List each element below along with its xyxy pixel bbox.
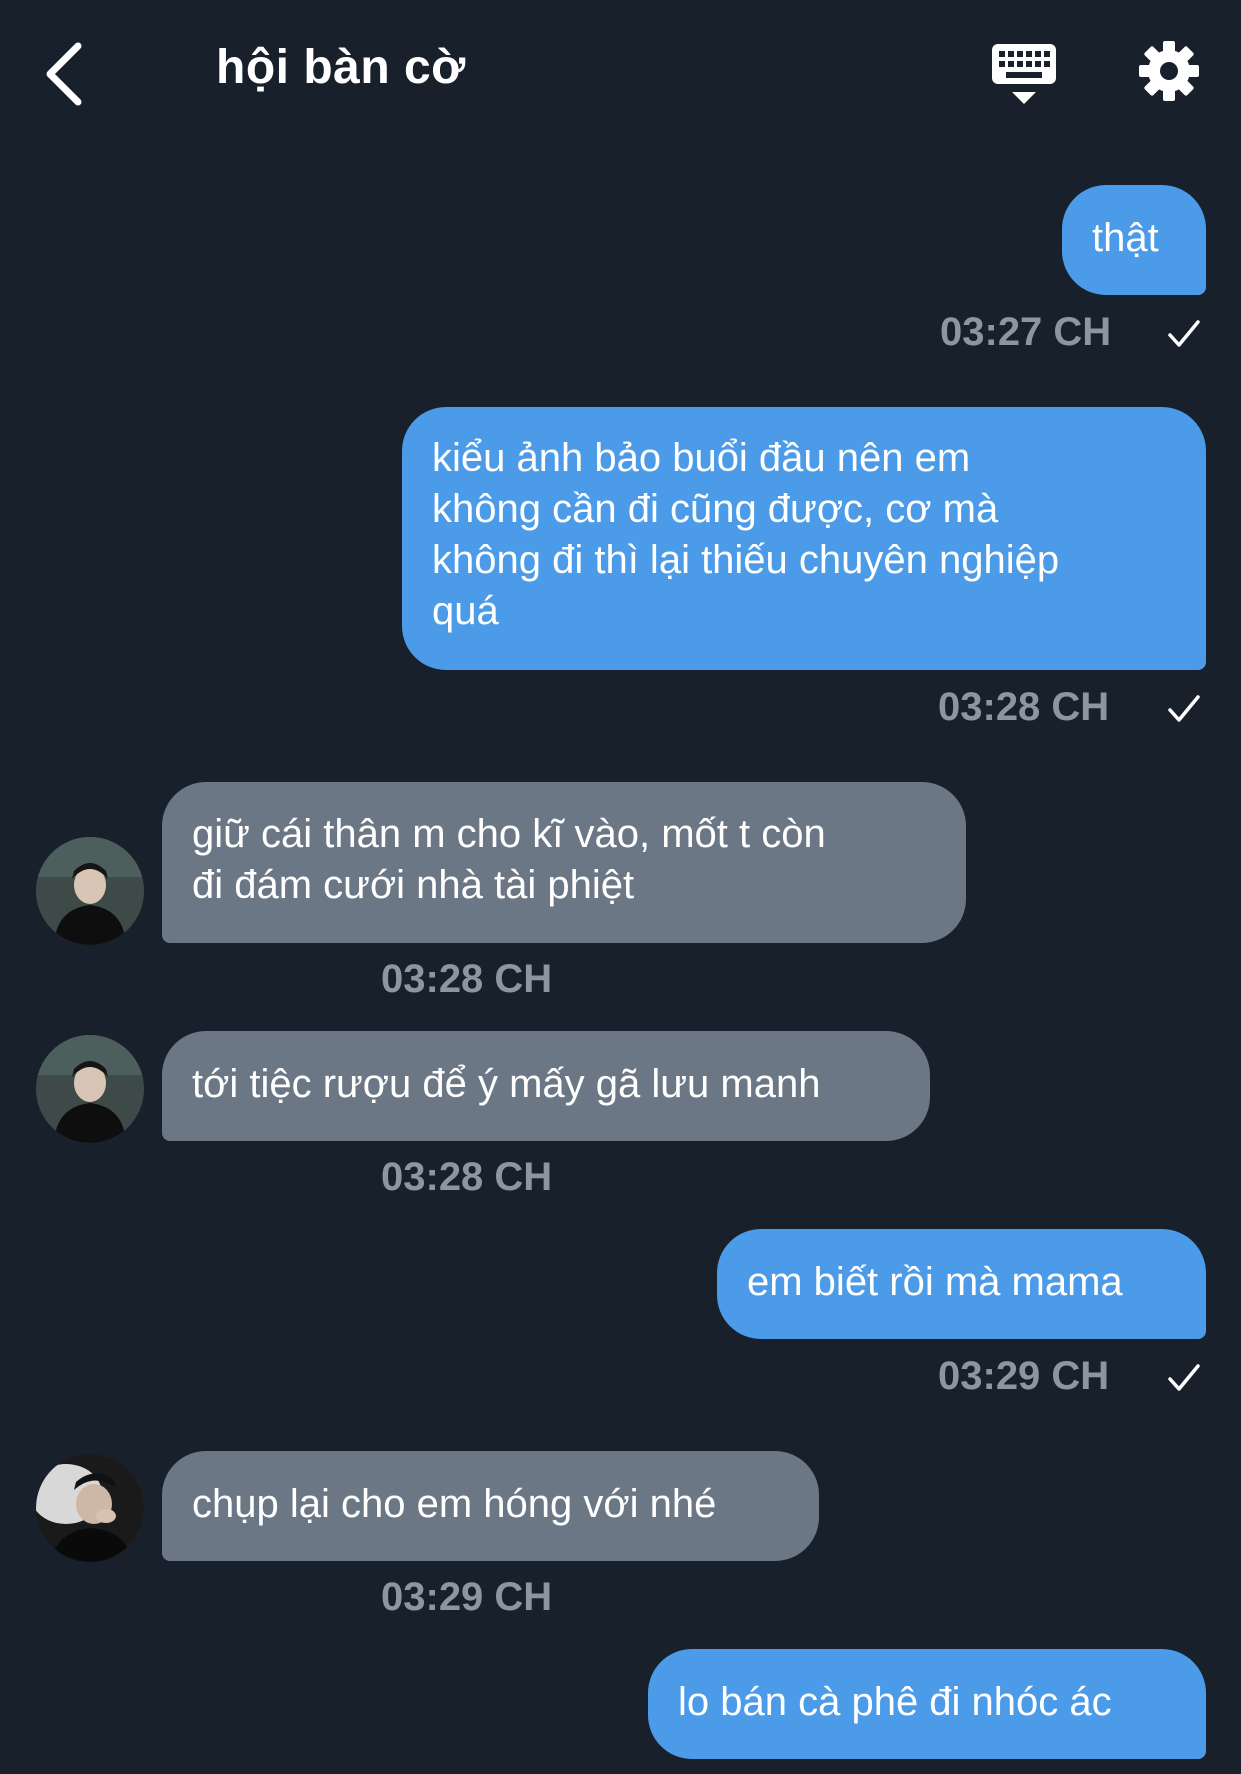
checkmark-icon [1168,695,1200,722]
message-bubble-outgoing[interactable]: lo bán cà phê đi nhóc ác [648,1649,1206,1759]
keyboard-icon [992,44,1056,104]
message-bubble-outgoing[interactable]: kiểu ảnh bảo buổi đầu nên em không cần đ… [402,407,1206,670]
keyboard-button[interactable] [990,42,1060,108]
settings-button[interactable] [1138,40,1200,102]
message-text: chụp lại cho em hóng với nhé [192,1482,717,1526]
message-text: thật [1092,216,1159,260]
message-text: em biết rồi mà mama [747,1260,1123,1304]
message-bubble-outgoing[interactable]: thật [1062,185,1206,295]
checkmark-icon [1168,1364,1200,1391]
message-timestamp: 03:29 CH [381,1575,553,1619]
avatar[interactable] [36,1454,144,1562]
message-timestamp: 03:28 CH [938,685,1110,729]
chevron-left-icon [46,42,82,106]
chat-header: hội bàn cờ [0,0,1241,150]
avatar-image [36,1035,144,1143]
message-bubble-outgoing[interactable]: em biết rồi mà mama [717,1229,1206,1339]
message-text: giữ cái thân m cho kĩ vào, mốt t còn đi … [192,812,826,907]
avatar[interactable] [36,1035,144,1143]
avatar-image [36,1454,144,1562]
avatar[interactable] [36,837,144,945]
chat-title: hội bàn cờ [216,41,466,94]
message-timestamp: 03:29 CH [938,1354,1110,1398]
message-text: kiểu ảnh bảo buổi đầu nên em không cần đ… [432,436,1060,633]
message-bubble-incoming[interactable]: tới tiệc rượu để ý mấy gã lưu manh [162,1031,930,1141]
message-text: lo bán cà phê đi nhóc ác [678,1680,1112,1724]
message-timestamp: 03:27 CH [940,310,1112,354]
gear-icon [1139,41,1199,101]
checkmark-icon [1168,320,1200,347]
avatar-image [36,837,144,945]
message-timestamp: 03:28 CH [381,957,553,1001]
back-button[interactable] [40,38,100,108]
message-timestamp: 03:28 CH [381,1155,553,1199]
message-bubble-incoming[interactable]: giữ cái thân m cho kĩ vào, mốt t còn đi … [162,782,966,943]
message-bubble-incoming[interactable]: chụp lại cho em hóng với nhé [162,1451,819,1561]
message-text: tới tiệc rượu để ý mấy gã lưu manh [192,1062,821,1106]
